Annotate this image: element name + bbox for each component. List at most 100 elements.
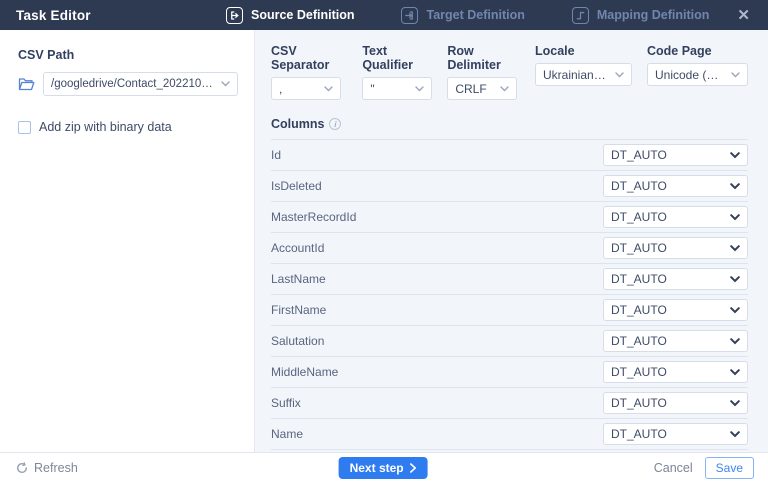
column-type-value: DT_AUTO xyxy=(611,427,724,441)
csv-path-value: /googledrive/Contact_20221010_0605.csv xyxy=(51,78,215,90)
column-type-value: DT_AUTO xyxy=(611,148,724,162)
save-button[interactable]: Save xyxy=(705,457,754,479)
column-name: Suffix xyxy=(271,396,301,410)
next-step-label: Next step xyxy=(350,461,404,475)
column-row: IsDeleted DT_AUTO xyxy=(271,171,748,202)
chevron-down-icon xyxy=(415,86,424,92)
column-name: MiddleName xyxy=(271,365,338,379)
zip-binary-checkbox-row[interactable]: Add zip with binary data xyxy=(18,120,238,134)
column-type-select[interactable]: DT_AUTO xyxy=(603,423,748,445)
close-icon[interactable]: ✕ xyxy=(733,6,754,25)
column-name: AccountId xyxy=(271,241,324,255)
column-type-select[interactable]: DT_AUTO xyxy=(603,206,748,228)
tab-source-definition[interactable]: Source Definition xyxy=(226,7,354,24)
column-name: Id xyxy=(271,148,281,162)
folder-icon[interactable] xyxy=(18,77,35,91)
footer: Refresh Next step Cancel Save xyxy=(0,452,768,483)
chevron-down-icon xyxy=(615,72,624,78)
info-icon[interactable]: i xyxy=(329,118,341,130)
locale-value: Ukrainian (Ukraine) xyxy=(543,68,609,82)
column-name: FirstName xyxy=(271,303,326,317)
locale-select[interactable]: Ukrainian (Ukraine) xyxy=(535,63,632,86)
chevron-down-icon xyxy=(730,183,740,190)
column-row: AccountId DT_AUTO xyxy=(271,233,748,264)
chevron-down-icon xyxy=(730,400,740,407)
text-qualifier-select[interactable]: " xyxy=(362,77,432,100)
target-definition-icon xyxy=(401,7,418,24)
tab-label: Source Definition xyxy=(251,8,354,22)
column-name: Salutation xyxy=(271,334,324,348)
column-type-value: DT_AUTO xyxy=(611,303,724,317)
task-editor-body: CSV Path /googledrive/Contact_20221010_0… xyxy=(0,30,768,452)
header: Task Editor Source Definition Target Def… xyxy=(0,0,768,30)
column-name: LastName xyxy=(271,272,326,286)
tab-label: Target Definition xyxy=(426,8,524,22)
csv-separator-select[interactable]: , xyxy=(271,77,341,100)
chevron-down-icon xyxy=(730,276,740,283)
source-definition-icon xyxy=(226,7,243,24)
zip-binary-checkbox-label: Add zip with binary data xyxy=(39,120,172,134)
column-type-value: DT_AUTO xyxy=(611,210,724,224)
code-page-select[interactable]: Unicode (UTF-8) [... xyxy=(647,63,748,86)
csv-path-label: CSV Path xyxy=(18,48,238,62)
column-type-value: DT_AUTO xyxy=(611,396,724,410)
column-type-select[interactable]: DT_AUTO xyxy=(603,299,748,321)
csv-separator-label: CSV Separator xyxy=(271,44,347,72)
column-type-select[interactable]: DT_AUTO xyxy=(603,392,748,414)
column-type-select[interactable]: DT_AUTO xyxy=(603,237,748,259)
task-editor-window: Task Editor Source Definition Target Def… xyxy=(0,0,768,483)
columns-section-header: Columns i xyxy=(271,117,748,140)
column-type-select[interactable]: DT_AUTO xyxy=(603,330,748,352)
column-row: FirstName DT_AUTO xyxy=(271,295,748,326)
cancel-button[interactable]: Cancel xyxy=(654,461,693,475)
column-type-select[interactable]: DT_AUTO xyxy=(603,144,748,166)
chevron-down-icon xyxy=(730,245,740,252)
tab-mapping-definition[interactable]: Mapping Definition xyxy=(572,7,709,24)
chevron-down-icon xyxy=(730,307,740,314)
text-qualifier-value: " xyxy=(370,82,409,96)
column-type-select[interactable]: DT_AUTO xyxy=(603,361,748,383)
wizard-tabs: Source Definition Target Definition Mapp… xyxy=(226,7,709,24)
column-row: Salutation DT_AUTO xyxy=(271,326,748,357)
column-name: MasterRecordId xyxy=(271,210,356,224)
column-name: IsDeleted xyxy=(271,179,322,193)
tab-target-definition[interactable]: Target Definition xyxy=(401,7,524,24)
column-row: Suffix DT_AUTO xyxy=(271,388,748,419)
next-step-button[interactable]: Next step xyxy=(339,457,428,479)
column-row: LastName DT_AUTO xyxy=(271,264,748,295)
csv-path-select[interactable]: /googledrive/Contact_20221010_0605.csv xyxy=(43,72,238,96)
code-page-label: Code Page xyxy=(647,44,748,58)
tab-label: Mapping Definition xyxy=(597,8,709,22)
csv-options-panel: CSV Separator , Text Qualifier " Row Del… xyxy=(255,30,768,452)
refresh-icon xyxy=(16,462,28,474)
text-qualifier-label: Text Qualifier xyxy=(362,44,432,72)
column-name: Name xyxy=(271,427,303,441)
code-page-value: Unicode (UTF-8) [... xyxy=(655,68,725,82)
chevron-down-icon xyxy=(324,86,333,92)
row-delimiter-select[interactable]: CRLF xyxy=(447,77,517,100)
page-title: Task Editor xyxy=(16,8,226,23)
chevron-down-icon xyxy=(731,72,740,78)
column-row: Name DT_AUTO xyxy=(271,419,748,450)
columns-label: Columns xyxy=(271,117,324,131)
columns-list: Id DT_AUTO IsDeleted DT_AUTO MasterRecor… xyxy=(271,140,748,452)
column-type-select[interactable]: DT_AUTO xyxy=(603,175,748,197)
chevron-down-icon xyxy=(730,431,740,438)
csv-separator-value: , xyxy=(279,82,318,96)
column-type-select[interactable]: DT_AUTO xyxy=(603,268,748,290)
chevron-right-icon xyxy=(410,463,417,473)
chevron-down-icon xyxy=(500,86,509,92)
row-delimiter-value: CRLF xyxy=(455,82,494,96)
chevron-down-icon xyxy=(730,152,740,159)
column-type-value: DT_AUTO xyxy=(611,272,724,286)
column-row: MasterRecordId DT_AUTO xyxy=(271,202,748,233)
refresh-button[interactable]: Refresh xyxy=(16,461,78,475)
column-row: Id DT_AUTO xyxy=(271,140,748,171)
row-delimiter-label: Row Delimiter xyxy=(447,44,520,72)
chevron-down-icon xyxy=(730,369,740,376)
column-type-value: DT_AUTO xyxy=(611,365,724,379)
checkbox-icon[interactable] xyxy=(18,121,31,134)
source-path-panel: CSV Path /googledrive/Contact_20221010_0… xyxy=(0,30,255,452)
chevron-down-icon xyxy=(730,214,740,221)
locale-label: Locale xyxy=(535,44,632,58)
